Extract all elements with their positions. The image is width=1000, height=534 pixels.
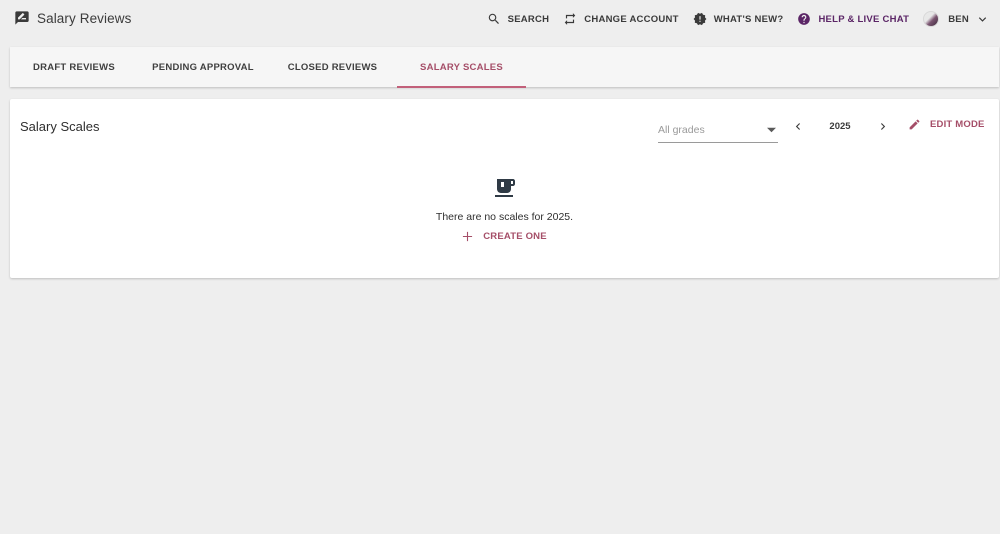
help-live-chat-button[interactable]: HELP & LIVE CHAT [797, 12, 909, 26]
search-icon [488, 13, 499, 24]
year-label: 2025 [829, 120, 851, 132]
tab-label: DRAFT REVIEWS [33, 61, 115, 73]
pencil-icon [909, 119, 920, 130]
create-one-label: CREATE ONE [483, 231, 547, 242]
grade-select-placeholder: All grades [658, 124, 705, 136]
user-menu[interactable]: BEN [923, 11, 988, 27]
help-icon [798, 13, 811, 25]
empty-message: There are no scales for 2025. [435, 211, 574, 223]
tab-salary-scales[interactable]: SALARY SCALES [397, 47, 526, 88]
dropdown-arrow-icon [767, 127, 776, 133]
repeat-icon [564, 13, 576, 25]
user-name: BEN [948, 13, 969, 25]
salary-scales-card: Salary Scales All grades 2025 EDIT MODE [10, 99, 999, 278]
app-brand[interactable]: Salary Reviews [14, 10, 131, 26]
empty-state: There are no scales for 2025. CREATE ONE [10, 176, 999, 242]
chevron-down-icon [978, 16, 987, 22]
app-title: Salary Reviews [37, 10, 132, 26]
tab-closed-reviews[interactable]: CLOSED REVIEWS [268, 47, 397, 87]
coffee-cup-icon [494, 179, 515, 197]
chevron-left-icon [795, 122, 800, 130]
page-title: Salary Scales [20, 119, 100, 134]
next-year-button[interactable] [872, 116, 892, 136]
whats-new-button[interactable]: WHAT'S NEW? [693, 12, 784, 26]
create-one-button[interactable]: CREATE ONE [462, 231, 547, 242]
chevron-right-icon [880, 122, 885, 130]
new-releases-icon [693, 12, 707, 26]
search-button[interactable]: SEARCH [487, 12, 550, 26]
rate-review-icon [15, 11, 29, 25]
change-account-button[interactable]: CHANGE ACCOUNT [563, 12, 678, 26]
top-navigation: SEARCH CHANGE ACCOUNT WHAT'S NEW? HELP &… [487, 0, 1000, 38]
tab-draft-reviews[interactable]: DRAFT REVIEWS [10, 47, 138, 87]
tab-label: PENDING APPROVAL [152, 61, 254, 73]
search-label: SEARCH [507, 13, 550, 25]
whats-new-label: WHAT'S NEW? [713, 13, 784, 25]
year-navigator: 2025 [788, 116, 892, 136]
avatar [923, 11, 940, 27]
tab-bar: DRAFT REVIEWS PENDING APPROVAL CLOSED RE… [10, 47, 999, 88]
tab-label: CLOSED REVIEWS [287, 61, 378, 73]
edit-mode-label: EDIT MODE [930, 119, 985, 130]
tab-pending-approval[interactable]: PENDING APPROVAL [138, 47, 268, 87]
change-account-label: CHANGE ACCOUNT [584, 13, 679, 25]
plus-icon [463, 231, 473, 242]
edit-mode-button[interactable]: EDIT MODE [908, 118, 985, 131]
grade-select[interactable]: All grades [658, 119, 778, 143]
previous-year-button[interactable] [788, 116, 808, 136]
top-bar: Salary Reviews SEARCH CHANGE ACCOUNT WHA… [0, 0, 1000, 38]
help-label: HELP & LIVE CHAT [818, 13, 910, 25]
tab-label: SALARY SCALES [420, 61, 503, 73]
